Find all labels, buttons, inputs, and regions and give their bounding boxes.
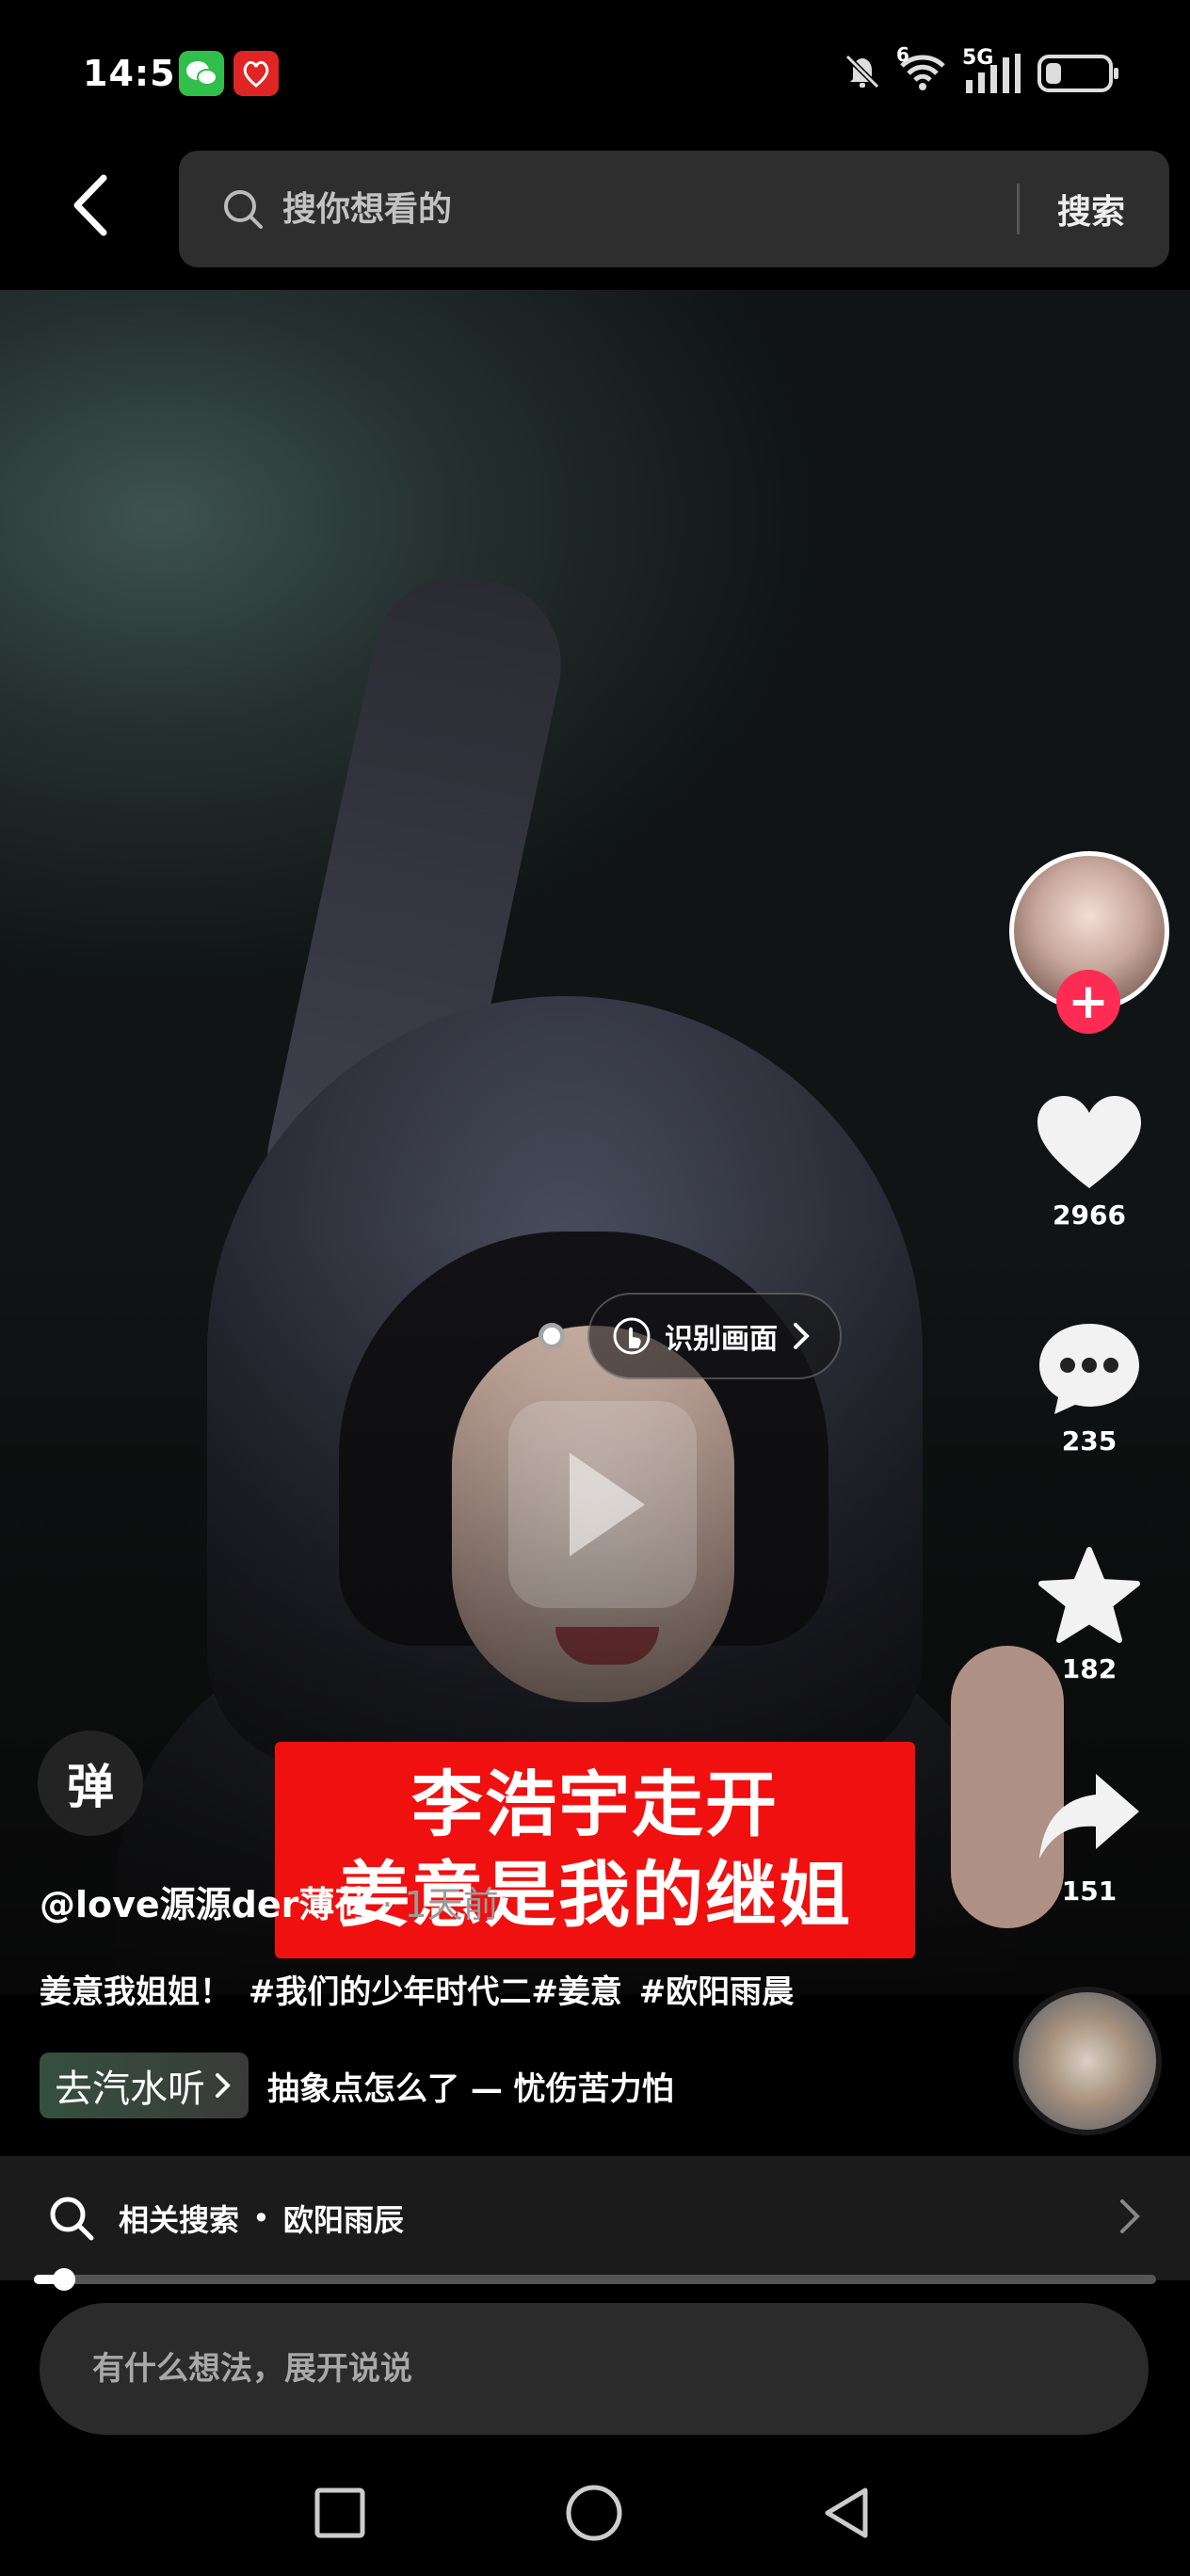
signal-icon: 5G <box>962 46 1022 95</box>
play-button[interactable] <box>508 1401 697 1608</box>
comment-button[interactable]: 235 <box>1026 1318 1152 1457</box>
video-progress-bar[interactable] <box>34 2268 1156 2291</box>
recent-apps-button[interactable] <box>307 2480 373 2546</box>
comment-icon <box>1039 1324 1139 1414</box>
square-icon <box>314 2487 365 2538</box>
star-icon <box>1038 1547 1140 1643</box>
related-separator: • <box>252 2200 270 2236</box>
status-bar: 14:51 6 5G <box>0 0 1190 151</box>
heart-icon <box>1037 1096 1141 1188</box>
danmaku-label: 弹 <box>67 1760 114 1814</box>
triangle-back-icon <box>825 2487 868 2538</box>
comment-count: 235 <box>1061 1425 1118 1457</box>
share-count: 151 <box>1061 1876 1118 1907</box>
post-caption[interactable]: 姜意我姐姐！ #我们的少年时代二#姜意 #欧阳雨晨 <box>40 1966 794 2012</box>
related-search-bar[interactable]: 相关搜索 • 欧阳雨辰 <box>0 2156 1190 2280</box>
related-search-term: 欧阳雨辰 <box>282 2202 404 2238</box>
wifi-icon: 6 <box>896 43 947 96</box>
author-name[interactable]: @love源源der薄荷 · 1天前 <box>40 1876 499 1927</box>
music-disc[interactable] <box>1013 1987 1162 2135</box>
share-button[interactable]: 151 <box>1026 1768 1152 1907</box>
red-app-icon <box>233 51 279 96</box>
music-tag-label: 去汽水听 <box>55 2068 205 2111</box>
search-icon <box>224 190 263 229</box>
author-handle[interactable]: @love源源der薄荷 <box>40 1884 370 1925</box>
circle-icon <box>566 2485 622 2541</box>
music-row[interactable]: 去汽水听 抽象点怎么了 — 忧伤苦力怕 <box>40 2053 674 2118</box>
progress-handle[interactable] <box>53 2268 76 2291</box>
music-title[interactable]: 抽象点怎么了 — 忧伤苦力怕 <box>267 2063 674 2109</box>
chevron-left-icon <box>73 174 107 236</box>
comment-input[interactable] <box>92 2350 1034 2388</box>
search-button[interactable]: 搜索 <box>1057 185 1125 233</box>
favorite-button[interactable]: 182 <box>1026 1546 1152 1684</box>
search-box[interactable]: 搜索 <box>179 151 1169 267</box>
recognize-frame-label: 识别画面 <box>665 1323 778 1356</box>
recognize-frame-button[interactable]: 识别画面 <box>587 1293 842 1379</box>
chevron-right-icon <box>1120 2199 1140 2233</box>
battery-icon <box>1037 55 1118 92</box>
search-input[interactable] <box>282 189 979 229</box>
like-button[interactable]: 2966 <box>1026 1092 1152 1231</box>
status-icons: 6 5G <box>842 43 1118 96</box>
back-nav-button[interactable] <box>813 2480 879 2546</box>
chevron-right-icon <box>794 1323 810 1349</box>
network-label: 5G <box>962 46 994 70</box>
play-icon <box>570 1453 645 1556</box>
post-time: · 1天前 <box>381 1884 499 1925</box>
recognize-dot[interactable] <box>539 1323 565 1349</box>
music-tag-button[interactable]: 去汽水听 <box>40 2053 249 2118</box>
back-button[interactable] <box>53 168 128 243</box>
tap-hand-icon <box>613 1317 651 1355</box>
danmaku-toggle-button[interactable]: 弹 <box>38 1731 143 1836</box>
wechat-icon <box>179 51 224 96</box>
signal-badge: 6 <box>896 43 909 66</box>
home-button[interactable] <box>561 2480 627 2546</box>
subtitle-line-1: 李浩宇走开 <box>411 1763 779 1846</box>
comment-input-box[interactable] <box>40 2303 1149 2435</box>
share-icon <box>1039 1774 1139 1859</box>
search-icon <box>50 2197 94 2241</box>
follow-button[interactable]: + <box>1056 970 1120 1034</box>
mute-icon <box>842 51 883 96</box>
like-count: 2966 <box>1053 1199 1126 1231</box>
chevron-right-icon <box>216 2073 231 2098</box>
favorite-count: 182 <box>1061 1653 1118 1684</box>
follow-plus: + <box>1068 974 1109 1030</box>
search-divider <box>1017 184 1020 234</box>
related-search-label: 相关搜索 <box>119 2202 240 2238</box>
video-player[interactable]: 识别画面 <box>0 290 1190 1994</box>
